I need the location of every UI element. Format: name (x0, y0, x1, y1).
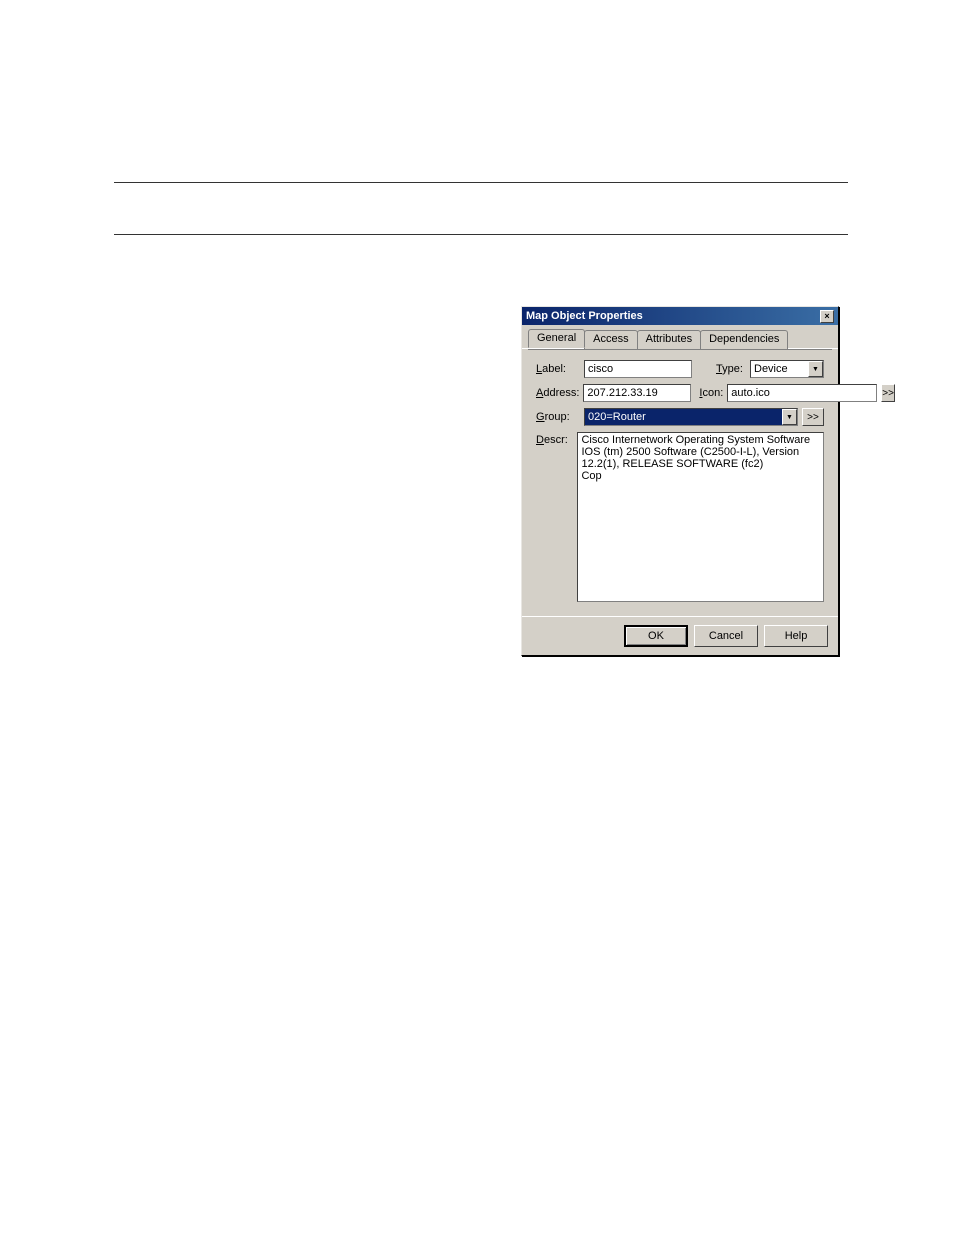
group-select[interactable]: 020=Router ▼ (584, 408, 798, 426)
icon-input[interactable] (727, 384, 877, 402)
icon-browse-button[interactable]: >> (881, 384, 895, 402)
divider-line-1 (114, 182, 848, 183)
type-dropdown-arrow[interactable]: ▼ (808, 361, 823, 377)
close-button[interactable]: × (820, 310, 834, 323)
type-field-label: Type: (716, 363, 746, 375)
group-dropdown-arrow[interactable]: ▼ (782, 409, 797, 425)
group-browse-button[interactable]: >> (802, 408, 824, 426)
descr-field-label: Descr: (536, 432, 573, 446)
tab-attributes[interactable]: Attributes (637, 330, 701, 349)
description-textarea[interactable] (577, 432, 824, 602)
tab-strip: General Access Attributes Dependencies (522, 325, 838, 349)
dialog-title: Map Object Properties (526, 310, 643, 322)
label-input[interactable] (584, 360, 692, 378)
dialog-button-bar: OK Cancel Help (522, 616, 838, 655)
ok-button[interactable]: OK (624, 625, 688, 647)
tab-dependencies[interactable]: Dependencies (700, 330, 788, 349)
divider-line-2 (114, 234, 848, 235)
label-field-label: Label: (536, 363, 580, 375)
tab-general[interactable]: General (528, 329, 585, 348)
map-object-properties-dialog: Map Object Properties × General Access A… (521, 306, 839, 656)
group-field-label: Group: (536, 411, 580, 423)
tab-panel-general: Label: Type: ▼ Address: Icon: >> Group: … (528, 349, 832, 616)
dialog-titlebar: Map Object Properties × (522, 307, 838, 325)
help-button[interactable]: Help (764, 625, 828, 647)
address-input[interactable] (583, 384, 691, 402)
icon-field-label: Icon: (699, 387, 723, 399)
tab-access[interactable]: Access (584, 330, 637, 349)
address-field-label: Address: (536, 387, 579, 399)
cancel-button[interactable]: Cancel (694, 625, 758, 647)
group-selected-value: 020=Router (585, 409, 782, 425)
